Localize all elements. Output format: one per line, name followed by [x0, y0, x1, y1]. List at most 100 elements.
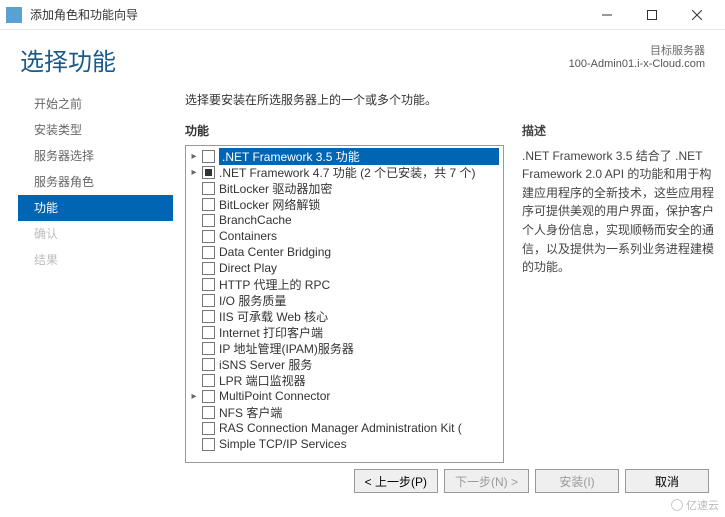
feature-row[interactable]: BranchCache: [186, 212, 503, 228]
feature-checkbox[interactable]: [202, 182, 215, 195]
feature-checkbox[interactable]: [202, 166, 215, 179]
feature-row[interactable]: BitLocker 网络解锁: [186, 196, 503, 212]
feature-row[interactable]: Containers: [186, 228, 503, 244]
feature-row[interactable]: IP 地址管理(IPAM)服务器: [186, 340, 503, 356]
expand-icon: [188, 406, 200, 418]
sidebar-item[interactable]: 服务器角色: [18, 169, 173, 195]
feature-label: RAS Connection Manager Administration Ki…: [219, 421, 499, 435]
header: 选择功能 目标服务器 100-Admin01.i-x-Cloud.com: [0, 30, 725, 85]
target-server: 100-Admin01.i-x-Cloud.com: [569, 58, 705, 70]
feature-checkbox[interactable]: [202, 150, 215, 163]
expand-icon[interactable]: ▸: [188, 166, 200, 178]
feature-label: LPR 端口监视器: [219, 372, 499, 389]
feature-checkbox[interactable]: [202, 262, 215, 275]
expand-icon: [188, 358, 200, 370]
expand-icon: [188, 214, 200, 226]
feature-label: BranchCache: [219, 213, 499, 227]
feature-row[interactable]: ▸ MultiPoint Connector: [186, 388, 503, 404]
feature-checkbox[interactable]: [202, 438, 215, 451]
feature-checkbox[interactable]: [202, 198, 215, 211]
cancel-button[interactable]: 取消: [625, 469, 709, 493]
expand-icon[interactable]: ▸: [188, 390, 200, 402]
expand-icon: [188, 342, 200, 354]
maximize-button[interactable]: [629, 0, 674, 29]
feature-checkbox[interactable]: [202, 358, 215, 371]
expand-icon: [188, 198, 200, 210]
app-icon: [6, 7, 22, 23]
feature-checkbox[interactable]: [202, 310, 215, 323]
feature-checkbox[interactable]: [202, 326, 215, 339]
footer: < 上一步(P) 下一步(N) > 安装(I) 取消: [0, 463, 725, 499]
content: 开始之前安装类型服务器选择服务器角色功能确认结果 选择要安装在所选服务器上的一个…: [0, 85, 725, 463]
minimize-button[interactable]: [584, 0, 629, 29]
feature-row[interactable]: Data Center Bridging: [186, 244, 503, 260]
install-button[interactable]: 安装(I): [535, 469, 619, 493]
titlebar: 添加角色和功能向导: [0, 0, 725, 30]
sidebar-item: 确认: [18, 221, 173, 247]
feature-row[interactable]: I/O 服务质量: [186, 292, 503, 308]
feature-checkbox[interactable]: [202, 294, 215, 307]
feature-label: BitLocker 驱动器加密: [219, 180, 499, 197]
feature-row[interactable]: ▸ .NET Framework 3.5 功能: [186, 148, 503, 164]
feature-row[interactable]: ▸.NET Framework 4.7 功能 (2 个已安装，共 7 个): [186, 164, 503, 180]
feature-row[interactable]: BitLocker 驱动器加密: [186, 180, 503, 196]
sidebar-item[interactable]: 开始之前: [18, 91, 173, 117]
expand-icon: [188, 278, 200, 290]
feature-label: BitLocker 网络解锁: [219, 196, 499, 213]
feature-row[interactable]: NFS 客户端: [186, 404, 503, 420]
expand-icon: [188, 326, 200, 338]
next-button[interactable]: 下一步(N) >: [444, 469, 529, 493]
feature-checkbox[interactable]: [202, 390, 215, 403]
feature-row[interactable]: LPR 端口监视器: [186, 372, 503, 388]
description-label: 描述: [522, 122, 717, 141]
feature-label: HTTP 代理上的 RPC: [219, 276, 499, 293]
expand-icon: [188, 310, 200, 322]
watermark: 亿速云: [671, 497, 719, 513]
feature-checkbox[interactable]: [202, 342, 215, 355]
sidebar-item[interactable]: 功能: [18, 195, 173, 221]
instruction: 选择要安装在所选服务器上的一个或多个功能。: [185, 91, 717, 108]
feature-label: iSNS Server 服务: [219, 356, 499, 373]
feature-label: I/O 服务质量: [219, 292, 499, 309]
expand-icon: [188, 262, 200, 274]
expand-icon: [188, 230, 200, 242]
sidebar: 开始之前安装类型服务器选择服务器角色功能确认结果: [18, 85, 173, 463]
sidebar-item[interactable]: 安装类型: [18, 117, 173, 143]
feature-label: Direct Play: [219, 261, 499, 275]
feature-row[interactable]: RAS Connection Manager Administration Ki…: [186, 420, 503, 436]
feature-checkbox[interactable]: [202, 422, 215, 435]
expand-icon: [188, 182, 200, 194]
feature-checkbox[interactable]: [202, 214, 215, 227]
close-button[interactable]: [674, 0, 719, 29]
feature-checkbox[interactable]: [202, 278, 215, 291]
feature-row[interactable]: iSNS Server 服务: [186, 356, 503, 372]
prev-button[interactable]: < 上一步(P): [354, 469, 438, 493]
sidebar-item[interactable]: 服务器选择: [18, 143, 173, 169]
feature-label: IIS 可承载 Web 核心: [219, 308, 499, 325]
feature-label: IP 地址管理(IPAM)服务器: [219, 340, 499, 357]
sidebar-item: 结果: [18, 247, 173, 273]
target-label: 目标服务器: [569, 42, 705, 58]
feature-checkbox[interactable]: [202, 230, 215, 243]
main: 选择要安装在所选服务器上的一个或多个功能。 功能 ▸.NET Framework…: [173, 85, 717, 463]
feature-row[interactable]: Direct Play: [186, 260, 503, 276]
feature-row[interactable]: Internet 打印客户端: [186, 324, 503, 340]
feature-row[interactable]: IIS 可承载 Web 核心: [186, 308, 503, 324]
feature-checkbox[interactable]: [202, 374, 215, 387]
feature-label: NFS 客户端: [219, 404, 499, 421]
expand-icon[interactable]: ▸: [188, 150, 200, 162]
feature-row[interactable]: HTTP 代理上的 RPC: [186, 276, 503, 292]
features-tree[interactable]: ▸ .NET Framework 3.5 功能▸.NET Framework 4.…: [185, 145, 504, 463]
feature-checkbox[interactable]: [202, 406, 215, 419]
feature-row[interactable]: Simple TCP/IP Services: [186, 436, 503, 452]
feature-checkbox[interactable]: [202, 246, 215, 259]
expand-icon: [188, 246, 200, 258]
feature-label: Containers: [219, 229, 499, 243]
description-column: 描述 .NET Framework 3.5 结合了 .NET Framework…: [522, 122, 717, 463]
expand-icon: [188, 294, 200, 306]
feature-label: .NET Framework 3.5 功能: [219, 148, 499, 165]
feature-label: MultiPoint Connector: [219, 389, 499, 403]
watermark-icon: [671, 499, 683, 511]
expand-icon: [188, 422, 200, 434]
page-title: 选择功能: [20, 42, 569, 77]
